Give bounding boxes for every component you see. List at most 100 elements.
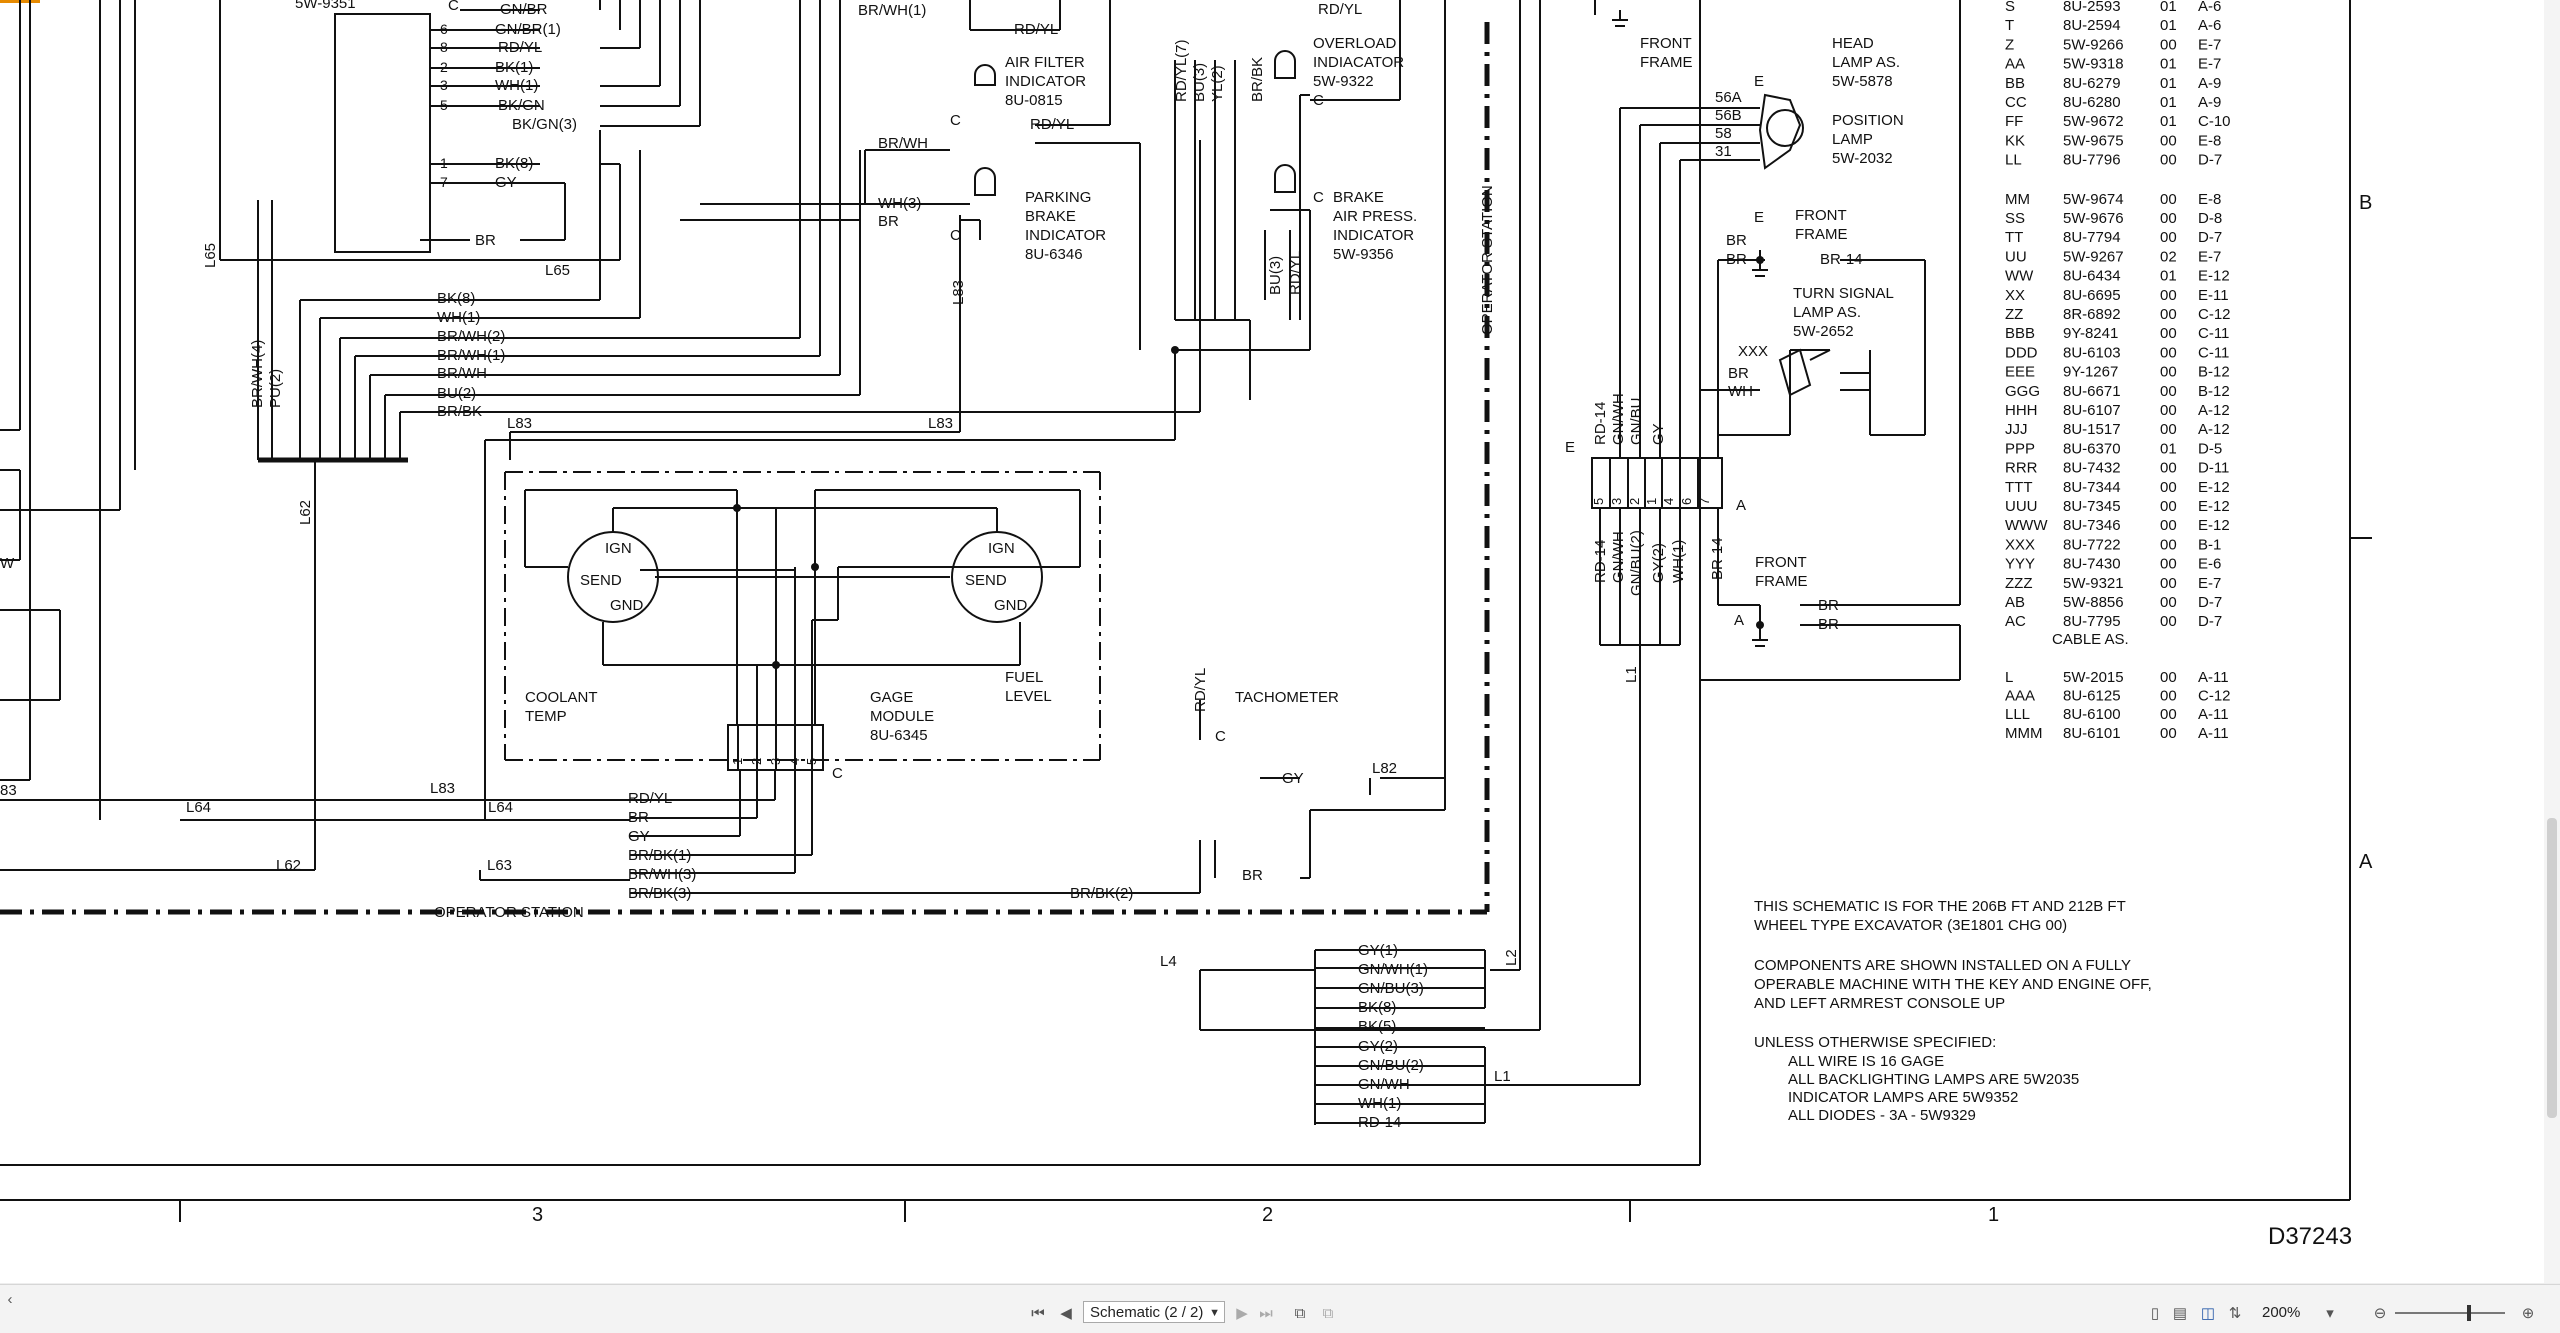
table-cell: 00 [2160, 688, 2177, 705]
scroll-left-icon[interactable]: ‹ [0, 1289, 20, 1309]
svg-text:1: 1 [730, 758, 745, 765]
vertical-scroll-thumb[interactable] [2547, 818, 2557, 1118]
svg-text:1: 1 [1644, 498, 1659, 505]
table-cell: 00 [2160, 669, 2177, 686]
page-selector[interactable]: Schematic (2 / 2) ▼ [1083, 1301, 1225, 1323]
svg-text:BR-14: BR-14 [1820, 251, 1863, 268]
svg-text:AND LEFT ARMREST CONSOLE UP: AND LEFT ARMREST CONSOLE UP [1754, 995, 2005, 1012]
table-cell: 8U-7432 [2063, 460, 2121, 477]
table-cell: 8U-7795 [2063, 613, 2121, 630]
svg-text:INDICATOR LAMPS ARE 5W9352: INDICATOR LAMPS ARE 5W9352 [1788, 1089, 2018, 1106]
first-page-icon[interactable]: ⏮ [1028, 1303, 1048, 1323]
svg-text:AIR PRESS.: AIR PRESS. [1333, 208, 1417, 225]
svg-text:YL(2): YL(2) [1209, 65, 1226, 102]
svg-text:ALL DIODES - 3A - 5W9329: ALL DIODES - 3A - 5W9329 [1788, 1107, 1976, 1124]
svg-text:L65: L65 [202, 243, 219, 268]
table-cell: A-12 [2198, 421, 2230, 438]
table-cell: 8U-6125 [2063, 688, 2121, 705]
svg-text:2: 2 [749, 758, 764, 765]
table-cell: CC [2005, 94, 2027, 111]
zoom-slider-knob[interactable] [2467, 1305, 2471, 1321]
zoom-menu-icon[interactable]: ▾ [2320, 1303, 2340, 1323]
table-cell: C-11 [2198, 344, 2229, 361]
svg-text:5: 5 [440, 97, 448, 113]
svg-text:ALL WIRE IS 16 GAGE: ALL WIRE IS 16 GAGE [1788, 1053, 1944, 1070]
table-cell: MMM [2005, 725, 2043, 742]
scroll-view-icon[interactable]: ⇅ [2225, 1303, 2245, 1323]
svg-text:8U-6346: 8U-6346 [1025, 246, 1083, 263]
table-cell: 00 [2160, 287, 2177, 304]
operator-station-bottom-label: OPERATOR STATION [434, 904, 584, 921]
table-cell: 8U-7345 [2063, 498, 2121, 515]
svg-text:L64: L64 [488, 799, 513, 816]
svg-text:C: C [950, 112, 961, 129]
svg-text:GN/WH: GN/WH [1610, 393, 1627, 445]
table-cell: 5W-9672 [2063, 113, 2124, 130]
table-cell: AAA [2005, 688, 2035, 705]
zoom-out-icon[interactable]: ⊖ [2370, 1303, 2390, 1323]
svg-text:WH(3): WH(3) [878, 195, 921, 212]
svg-text:E: E [1565, 439, 1575, 456]
previous-page-icon[interactable]: ◀ [1056, 1303, 1076, 1323]
svg-text:BK/GN(3): BK/GN(3) [512, 116, 577, 133]
table-cell: 8U-7430 [2063, 556, 2121, 573]
table-cell: D-5 [2198, 440, 2222, 457]
vertical-scrollbar[interactable] [2544, 0, 2560, 1283]
zoom-slider[interactable] [2395, 1305, 2505, 1321]
table-cell: AB [2005, 594, 2025, 611]
zoom-level[interactable]: 200% [2262, 1304, 2300, 1321]
table-cell: 00 [2160, 517, 2177, 534]
svg-text:BR: BR [1726, 251, 1747, 268]
table-cell: GGG [2005, 383, 2040, 400]
next-page-icon[interactable]: ▶ [1232, 1303, 1252, 1323]
svg-text:GY: GY [495, 174, 517, 191]
table-cell: T [2005, 17, 2014, 34]
table-cell: E-8 [2198, 132, 2221, 149]
last-page-icon[interactable]: ⏭ [1256, 1303, 1276, 1323]
table-cell: 5W-9674 [2063, 191, 2124, 208]
table-cell: B-12 [2198, 364, 2230, 381]
svg-text:BR/BK(3): BR/BK(3) [628, 885, 691, 902]
cable-table: L 5W-2015 00 A-11 AAA 8U-6125 00 C-12 LLL 8U-6100… [2005, 669, 2231, 742]
svg-text:WH(1): WH(1) [1670, 540, 1687, 583]
svg-text:TURN SIGNAL: TURN SIGNAL [1793, 285, 1894, 302]
two-page-view-icon[interactable]: ◫ [2198, 1303, 2218, 1323]
table-cell: D-7 [2198, 594, 2222, 611]
zoom-in-icon[interactable]: ⊕ [2518, 1303, 2538, 1323]
continuous-view-icon[interactable]: ▤ [2170, 1303, 2190, 1323]
table-cell: AC [2005, 613, 2026, 630]
table-cell: 8U-6370 [2063, 440, 2121, 457]
svg-text:IGN: IGN [605, 540, 632, 557]
svg-text:31: 31 [1715, 143, 1732, 160]
svg-text:L83: L83 [928, 415, 953, 432]
table-cell: 8U-6279 [2063, 75, 2121, 92]
table-cell: C-11 [2198, 325, 2229, 342]
table-cell: 8U-6671 [2063, 383, 2121, 400]
table-cell: 01 [2160, 0, 2177, 15]
svg-text:BK(8): BK(8) [1358, 999, 1396, 1016]
svg-text:BR/WH(1): BR/WH(1) [437, 347, 505, 364]
table-cell: 8U-1517 [2063, 421, 2121, 438]
svg-text:E: E [1754, 209, 1764, 226]
bottom-connector: GY(1) GN/WH(1) GN/BU(3) BK(8) BK(5) GY(2… [1358, 942, 1428, 1131]
edge-label-83: 83 [0, 782, 17, 799]
single-page-view-icon[interactable]: ▯ [2145, 1303, 2165, 1323]
table-cell: A-6 [2198, 17, 2221, 34]
ground-bottom: BR BR A [1734, 597, 1839, 633]
svg-text:WH(1): WH(1) [437, 309, 480, 326]
table-cell: 01 [2160, 17, 2177, 34]
svg-text:L83: L83 [507, 415, 532, 432]
svg-text:BR/WH(4): BR/WH(4) [249, 340, 266, 408]
svg-text:BR: BR [1728, 365, 1749, 382]
table-cell: 00 [2160, 479, 2177, 496]
svg-text:RD/YL: RD/YL [628, 790, 672, 807]
brake-air-indicator: C BRAKE AIR PRESS. INDICATOR 5W-9356 [1313, 189, 1417, 263]
table-cell: 01 [2160, 75, 2177, 92]
svg-text:LEVEL: LEVEL [1005, 688, 1052, 705]
svg-text:B: B [2359, 192, 2372, 214]
svg-text:3: 3 [532, 1204, 543, 1226]
paste-page-icon[interactable]: ⧉ [1318, 1303, 1338, 1323]
svg-text:BR: BR [475, 232, 496, 249]
copy-page-icon[interactable]: ⧉ [1290, 1303, 1310, 1323]
svg-text:GN/BR(1): GN/BR(1) [495, 21, 561, 38]
